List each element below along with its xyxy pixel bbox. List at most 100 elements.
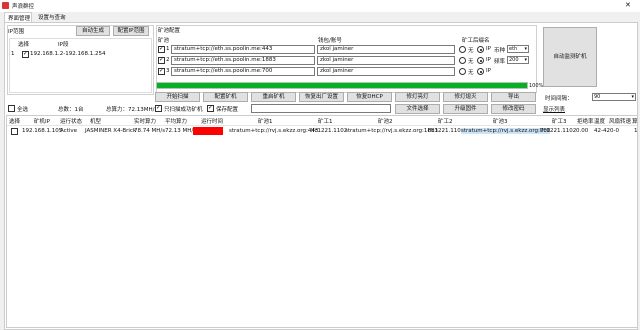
th-miner-ip[interactable]: 矿机IP xyxy=(34,117,50,125)
ip-range-title: IP范围 xyxy=(8,29,24,35)
save-config-label: 保存配置 xyxy=(216,107,239,113)
time-interval-label: 时间间隔： xyxy=(545,96,573,102)
cell-temperature: 42-42 xyxy=(594,128,610,134)
restart-miner-button[interactable]: 重启矿机 xyxy=(251,92,296,102)
th-pool3[interactable]: 矿池3 xyxy=(493,117,508,125)
restore-dhcp-button[interactable]: 恢复DHCP xyxy=(347,92,392,102)
th-fan-speed[interactable]: 风扇转速 xyxy=(609,117,631,125)
change-password-button[interactable]: 修改密码 xyxy=(491,104,536,114)
frequency-select[interactable]: 200 xyxy=(507,56,529,64)
auto-generate-button[interactable]: 自动生成 xyxy=(76,26,110,36)
ip-row-range[interactable]: 192.168.1.2-192.168.1.254 xyxy=(30,51,105,57)
pool-2-radio-none-label: 无 xyxy=(468,59,474,65)
th-extra[interactable]: 算 xyxy=(632,117,638,125)
pool-row-2-index: 2 xyxy=(166,57,170,63)
pool-3-url-input[interactable]: stratum+tcp://eth.ss.poolin.me:700 xyxy=(171,67,315,76)
worker-col-header: 钱包/账号 xyxy=(318,38,342,44)
pool-1-radio-ip-label: IP xyxy=(486,46,491,52)
pool-2-url-input[interactable]: stratum+tcp://eth.ss.poolin.me:1883 xyxy=(171,56,315,65)
cell-realtime: 78.74 MH/s xyxy=(134,128,166,134)
th-realtime-hashrate[interactable]: 实时算力 xyxy=(134,117,156,125)
cell-worker3: lfc1221.1102 xyxy=(540,128,577,134)
ip-col-range-header: IP段 xyxy=(58,42,69,48)
file-path-input[interactable] xyxy=(251,104,391,113)
frequency-label: 频率 xyxy=(494,59,506,65)
app-icon xyxy=(2,2,9,9)
th-pool1[interactable]: 矿池1 xyxy=(258,117,273,125)
coin-select[interactable]: eth xyxy=(507,45,529,53)
time-interval-select[interactable]: 90 xyxy=(592,93,636,101)
pool-row-3-index: 3 xyxy=(166,68,170,74)
th-avg-hashrate[interactable]: 平均算力 xyxy=(165,117,187,125)
select-all-checkbox[interactable] xyxy=(8,105,15,112)
factory-reset-button[interactable]: 恢复出厂设置 xyxy=(299,92,344,102)
cell-worker2: lfc1221.1102 xyxy=(428,128,465,134)
window-title: 声浪群控 xyxy=(12,4,35,10)
config-ip-range-button[interactable]: 配置IP范围 xyxy=(113,26,149,36)
auto-monitor-button[interactable]: 自动监测矿机 xyxy=(543,27,597,87)
pool-3-radio-none[interactable] xyxy=(459,68,466,75)
cell-extra: 1 xyxy=(634,128,638,134)
th-worker2[interactable]: 矿工2 xyxy=(438,117,453,125)
pool-row-1-index: 1 xyxy=(166,46,170,52)
ip-col-select-header: 选择 xyxy=(18,42,30,48)
pool-2-radio-ip[interactable] xyxy=(477,57,484,64)
configure-miner-button[interactable]: 配置矿机 xyxy=(203,92,248,102)
th-worker1[interactable]: 矿工1 xyxy=(318,117,333,125)
progress-label: 100% xyxy=(529,83,544,89)
th-select[interactable]: 选择 xyxy=(9,117,20,125)
start-scan-button[interactable]: 开始扫描 xyxy=(155,92,200,102)
row-checkbox[interactable] xyxy=(11,128,18,135)
mode-col-header: 矿工后缀名 xyxy=(462,38,490,44)
pool-1-radio-none[interactable] xyxy=(459,46,466,53)
th-temperature[interactable]: 温度 xyxy=(594,117,605,125)
pool-row-2-checkbox[interactable] xyxy=(158,56,165,64)
light-on-button[interactable]: 修灯亮灯 xyxy=(395,92,440,102)
pool-3-radio-ip[interactable] xyxy=(477,68,484,75)
th-pool2[interactable]: 矿池2 xyxy=(378,117,393,125)
tab-interface-management[interactable]: 界面管理 xyxy=(4,12,32,22)
close-icon[interactable]: ✕ xyxy=(625,1,631,9)
cell-model: JASMINER X4-Brick xyxy=(85,128,137,134)
pool-2-radio-ip-label: IP xyxy=(486,57,491,63)
pool-2-radio-none[interactable] xyxy=(459,57,466,64)
pool-row-3-checkbox[interactable] xyxy=(158,67,165,75)
tab-bar: 界面管理 设置与查询 xyxy=(0,12,640,22)
pool-1-url-input[interactable]: stratum+tcp://eth.ss.poolin.me:443 xyxy=(171,45,315,54)
th-worker3[interactable]: 矿工3 xyxy=(552,117,567,125)
pool-1-radio-none-label: 无 xyxy=(468,48,474,54)
th-model[interactable]: 机型 xyxy=(90,117,101,125)
cell-average: 72.13 MH/s xyxy=(165,128,197,134)
th-status[interactable]: 运行状态 xyxy=(60,117,82,125)
light-off-button[interactable]: 修灯熄灭 xyxy=(443,92,488,102)
cell-reject: 0.00 xyxy=(576,128,589,134)
th-runtime[interactable]: 运行时间 xyxy=(201,117,223,125)
cell-ip: 192.168.1.105 xyxy=(22,128,63,134)
ip-row-index: 1 xyxy=(11,51,15,57)
upgrade-firmware-button[interactable]: 升级固件 xyxy=(443,104,488,114)
file-select-button[interactable]: 文件选择 xyxy=(395,104,440,114)
pool-3-worker-input[interactable]: zkol jaminer xyxy=(317,67,455,76)
select-all-label: 全选 xyxy=(17,107,29,113)
ip-row-checkbox[interactable] xyxy=(22,50,29,58)
progress-bar xyxy=(156,82,528,89)
cell-fan: 0-0 xyxy=(610,128,619,134)
export-button[interactable]: 导出 xyxy=(491,92,536,102)
pool-1-worker-input[interactable]: zkol jaminer xyxy=(317,45,455,54)
pool-col-header: 矿池 xyxy=(158,38,170,44)
save-config-checkbox[interactable] xyxy=(207,104,214,112)
pool-3-radio-ip-label: IP xyxy=(486,68,491,74)
tab-settings-query[interactable]: 设置与查询 xyxy=(35,12,71,22)
cell-runtime: 0d 0h 0m xyxy=(193,127,224,135)
pool-2-worker-input[interactable]: zkol jaminer xyxy=(317,56,455,65)
show-list-link[interactable]: 显示列表 xyxy=(543,105,565,113)
pool-row-1-checkbox[interactable] xyxy=(158,45,165,53)
tab-label: 界面管理 xyxy=(8,16,31,22)
cell-status: Active xyxy=(60,128,78,134)
total-count: 总数：1台 xyxy=(58,107,84,113)
pool-1-radio-ip[interactable] xyxy=(477,46,484,53)
th-reject-rate[interactable]: 拒绝率 xyxy=(577,117,594,125)
coin-label: 币种 xyxy=(494,48,506,54)
progress-fill xyxy=(157,83,527,88)
only-success-checkbox[interactable] xyxy=(155,104,162,112)
